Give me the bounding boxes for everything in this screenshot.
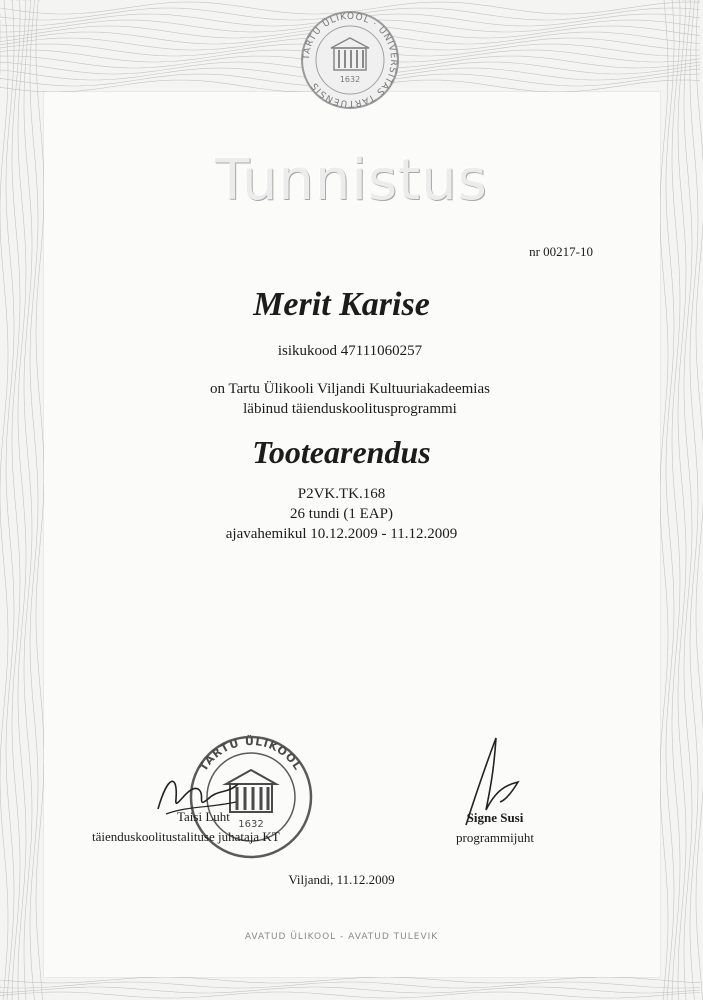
left-signatory-name: Taisi Luht bbox=[177, 809, 230, 824]
certificate-page: TARTU ÜLIKOOL · UNIVERSITAS TARTUENSIS 1… bbox=[0, 0, 703, 1000]
footer-motto: AVATUD ÜLIKOOL - AVATUD TULEVIK bbox=[244, 932, 439, 942]
university-seal-logo: TARTU ÜLIKOOL · UNIVERSITAS TARTUENSIS 1… bbox=[301, 11, 399, 109]
guilloche-line bbox=[0, 991, 701, 999]
statement-line-2: läbinud täienduskoolitusprogrammi bbox=[243, 401, 457, 417]
course-hours: 26 tundi (1 EAP) bbox=[290, 506, 393, 522]
statement-line-1: on Tartu Ülikooli Viljandi Kultuuriakade… bbox=[210, 381, 490, 397]
course-title: Tootearendus bbox=[252, 434, 431, 470]
certificate-number: nr 00217-10 bbox=[529, 244, 593, 259]
guilloche-line bbox=[0, 986, 701, 994]
right-signatory: Signe Susi programmijuht bbox=[430, 808, 560, 848]
course-code: P2VK.TK.168 bbox=[297, 486, 386, 502]
recipient-id-code: isikukood 47111060257 bbox=[277, 343, 423, 359]
completion-statement: on Tartu Ülikooli Viljandi Kultuuriakade… bbox=[0, 379, 700, 419]
course-period: ajavahemikul 10.12.2009 - 11.12.2009 bbox=[225, 526, 458, 542]
svg-text:1632: 1632 bbox=[340, 75, 360, 84]
right-signatory-name: Signe Susi bbox=[466, 810, 524, 825]
recipient-name: Merit Karise bbox=[253, 286, 430, 323]
place-and-date: Viljandi, 11.12.2009 bbox=[288, 872, 395, 887]
left-signatory-role: täienduskoolitustalituse juhataja KT bbox=[92, 829, 280, 844]
certificate-title: Tunnistus bbox=[215, 148, 488, 213]
course-details: P2VK.TK.168 26 tundi (1 EAP) ajavahemiku… bbox=[0, 484, 683, 544]
right-signatory-role: programmijuht bbox=[456, 830, 534, 845]
